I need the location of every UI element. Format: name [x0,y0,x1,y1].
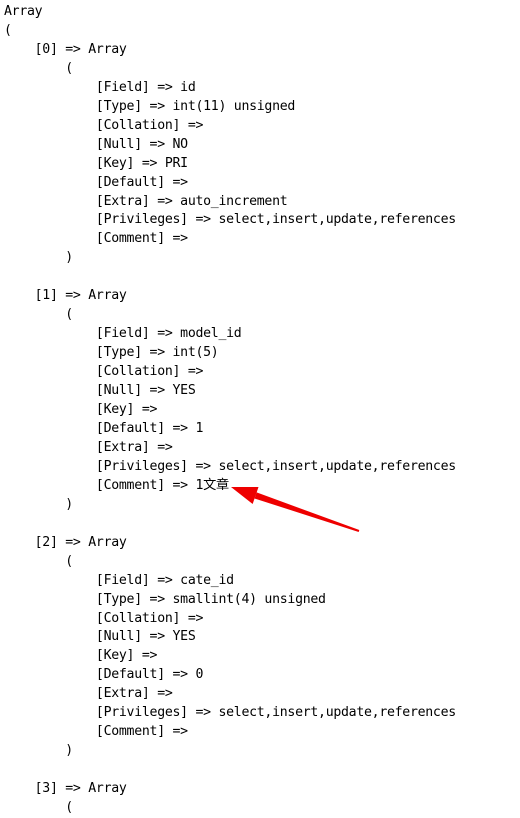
print-r-dump-text: Array ( [0] => Array ( [Field] => id [Ty… [4,4,456,816]
